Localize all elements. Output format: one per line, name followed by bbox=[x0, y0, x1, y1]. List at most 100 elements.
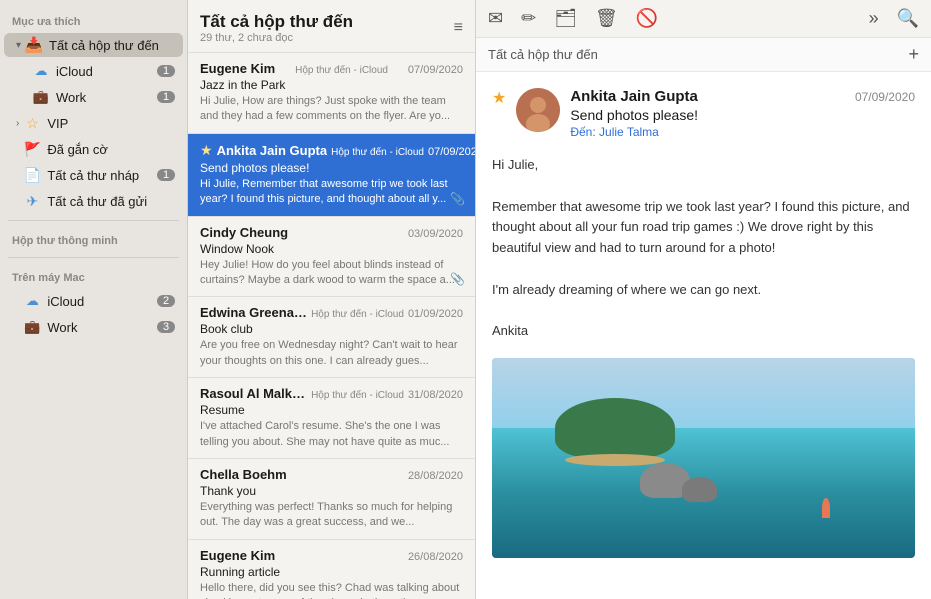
mail-item-header: Chella Boehm 28/08/2020 bbox=[200, 467, 463, 482]
sender-row: Eugene Kim bbox=[200, 61, 275, 76]
sidebar-item-sent[interactable]: › ✈ Tất cả thư đã gửi bbox=[4, 189, 183, 213]
sidebar-item-icloud-section[interactable]: › ☁ iCloud 2 bbox=[4, 289, 183, 313]
email-star-icon[interactable]: ★ bbox=[492, 88, 506, 108]
compose-icon[interactable]: ✏ bbox=[521, 8, 536, 29]
mail-item[interactable]: Edwina Greenaway Hộp thư đến - iCloud 01… bbox=[188, 297, 475, 378]
mail-item[interactable]: Eugene Kim 26/08/2020 Running article He… bbox=[188, 540, 475, 599]
mail-item-subject: Jazz in the Park bbox=[200, 78, 463, 92]
reading-pane-header: Tất cả hộp thư đến + bbox=[476, 38, 931, 72]
filter-icon[interactable]: ≡ bbox=[454, 19, 463, 37]
sidebar-item-drafts[interactable]: › 📄 Tất cả thư nháp 1 bbox=[4, 163, 183, 187]
sidebar-item-all-inbox[interactable]: ▾ 📥 Tất cả hộp thư đến bbox=[4, 33, 183, 57]
email-to-name: Julie Talma bbox=[599, 125, 659, 139]
mail-list-header-left: Tất cả hộp thư đến 29 thư, 2 chưa đọc bbox=[200, 12, 353, 44]
mail-item-sender: Eugene Kim bbox=[200, 61, 275, 76]
mail-item-sender: Rasoul Al Malkawi bbox=[200, 386, 307, 401]
sidebar-work1-label: Work bbox=[56, 90, 157, 105]
mail-item-sender: Chella Boehm bbox=[200, 467, 408, 482]
work-section-badge: 3 bbox=[157, 321, 175, 333]
icloud-section-label: iCloud bbox=[47, 294, 157, 309]
mail-item-preview: Are you free on Wednesday night? Can't w… bbox=[200, 338, 463, 369]
work-section-label: Work bbox=[47, 320, 157, 335]
mail-item-subject: Thank you bbox=[200, 484, 463, 498]
mail-item-meta: Hộp thư đến - iCloud bbox=[311, 309, 404, 320]
mail-item-preview: Hey Julie! How do you feel about blinds … bbox=[200, 258, 463, 289]
sidebar-item-vip[interactable]: › ☆ VIP bbox=[4, 111, 183, 135]
junk-icon[interactable]: 🚫 bbox=[636, 8, 658, 29]
mail-item-meta: Hộp thư đến - iCloud bbox=[331, 147, 424, 158]
mail-item[interactable]: Chella Boehm 28/08/2020 Thank you Everyt… bbox=[188, 459, 475, 540]
email-to-label: Đến: bbox=[570, 125, 595, 139]
sidebar-item-work-section[interactable]: › 💼 Work 3 bbox=[4, 315, 183, 339]
drafts-icon: 📄 bbox=[23, 166, 41, 184]
work-section-icon: 💼 bbox=[23, 318, 41, 336]
reading-pane: ✉ ✏ 🗂 🗑 🚫 » 🔍 Tất cả hộp thư đến + ★ bbox=[476, 0, 931, 599]
mail-item-header: ★ Ankita Jain Gupta Hộp thư đến - iCloud… bbox=[200, 142, 463, 159]
scene-rock2 bbox=[682, 477, 717, 502]
body-line: I'm already dreaming of where we can go … bbox=[492, 280, 915, 301]
sidebar-item-icloud[interactable]: ☁ iCloud 1 bbox=[4, 59, 183, 83]
sidebar-item-label: Tất cả hộp thư đến bbox=[49, 38, 175, 53]
divider2 bbox=[8, 257, 179, 258]
body-line: Hi Julie, bbox=[492, 155, 915, 176]
body-line: Ankita bbox=[492, 321, 915, 342]
mail-item-subject: Send photos please! bbox=[200, 161, 463, 175]
inbox-icon: 📥 bbox=[25, 36, 43, 54]
mail-item-header: Edwina Greenaway Hộp thư đến - iCloud 01… bbox=[200, 305, 463, 320]
body-line: Remember that awesome trip we took last … bbox=[492, 197, 915, 259]
vip-star-icon: ☆ bbox=[23, 114, 41, 132]
more-icon[interactable]: » bbox=[869, 8, 879, 29]
mail-item-date: 07/09/2020 bbox=[428, 146, 475, 158]
flag-icon: 🚩 bbox=[23, 140, 41, 158]
email-detail-date: 07/09/2020 bbox=[855, 90, 915, 104]
mail-item-sender: Eugene Kim bbox=[200, 548, 408, 563]
email-meta: ★ Ankita Jain Gupta 07/09/2020 Send phot… bbox=[492, 88, 915, 139]
mail-item-preview: Everything was perfect! Thanks so much f… bbox=[200, 500, 463, 531]
mail-item-preview: Hi Julie, How are things? Just spoke wit… bbox=[200, 94, 463, 125]
sent-icon: ✈ bbox=[23, 192, 41, 210]
image-scene bbox=[492, 358, 915, 558]
scene-person bbox=[822, 498, 830, 518]
mail-item-preview: Hello there, did you see this? Chad was … bbox=[200, 581, 463, 599]
email-info: Ankita Jain Gupta 07/09/2020 Send photos… bbox=[570, 88, 915, 139]
divider1 bbox=[8, 220, 179, 221]
sidebar-item-work1[interactable]: 💼 Work 1 bbox=[4, 85, 183, 109]
sidebar-flagged-label: Đã gắn cờ bbox=[47, 142, 175, 157]
reading-header-title: Tất cả hộp thư đến bbox=[488, 47, 598, 62]
smart-mailboxes-label: Hộp thư thông minh bbox=[0, 227, 187, 251]
star-icon: ★ bbox=[200, 142, 213, 159]
scene-island bbox=[555, 398, 675, 458]
mail-item-meta: Hộp thư đến - iCloud bbox=[295, 65, 388, 76]
favorites-label: Mục ưa thích bbox=[0, 8, 187, 32]
mail-item[interactable]: ★ Ankita Jain Gupta Hộp thư đến - iCloud… bbox=[188, 134, 475, 217]
mail-item[interactable]: Rasoul Al Malkawi Hộp thư đến - iCloud 3… bbox=[188, 378, 475, 459]
chevron-vip-icon: › bbox=[16, 118, 19, 129]
mail-item-header: Rasoul Al Malkawi Hộp thư đến - iCloud 3… bbox=[200, 386, 463, 401]
icloud-section-badge: 2 bbox=[157, 295, 175, 307]
add-button[interactable]: + bbox=[908, 44, 919, 65]
mail-item-sender: Cindy Cheung bbox=[200, 225, 408, 240]
archive-icon[interactable]: 🗂 bbox=[554, 8, 577, 29]
mail-item-date: 31/08/2020 bbox=[408, 389, 463, 401]
mail-item-preview: Hi Julie, Remember that awesome trip we … bbox=[200, 177, 463, 208]
mail-item-sender: Ankita Jain Gupta bbox=[217, 143, 328, 158]
email-image bbox=[492, 358, 915, 558]
mail-item-header: Eugene Kim 26/08/2020 bbox=[200, 548, 463, 563]
sidebar-drafts-label: Tất cả thư nháp bbox=[47, 168, 157, 183]
sidebar-item-flagged[interactable]: › 🚩 Đã gắn cờ bbox=[4, 137, 183, 161]
sender-row: ★ Ankita Jain Gupta bbox=[200, 142, 327, 159]
search-icon[interactable]: 🔍 bbox=[897, 8, 919, 29]
mail-list-title: Tất cả hộp thư đến bbox=[200, 12, 353, 32]
toolbar: ✉ ✏ 🗂 🗑 🚫 » 🔍 bbox=[476, 0, 931, 38]
mail-icon[interactable]: ✉ bbox=[488, 8, 503, 29]
mail-item[interactable]: Eugene Kim Hộp thư đến - iCloud 07/09/20… bbox=[188, 53, 475, 134]
sidebar-sent-label: Tất cả thư đã gửi bbox=[47, 194, 175, 209]
icloud-icon: ☁ bbox=[32, 62, 50, 80]
mail-item-subject: Resume bbox=[200, 403, 463, 417]
mail-items-list: Eugene Kim Hộp thư đến - iCloud 07/09/20… bbox=[188, 53, 475, 599]
email-content: ★ Ankita Jain Gupta 07/09/2020 Send phot… bbox=[476, 72, 931, 599]
mail-item-date: 28/08/2020 bbox=[408, 470, 463, 482]
mail-list-header: Tất cả hộp thư đến 29 thư, 2 chưa đọc ≡ bbox=[188, 0, 475, 53]
mail-item[interactable]: Cindy Cheung 03/09/2020 Window Nook Hey … bbox=[188, 217, 475, 298]
trash-icon[interactable]: 🗑 bbox=[595, 8, 618, 29]
